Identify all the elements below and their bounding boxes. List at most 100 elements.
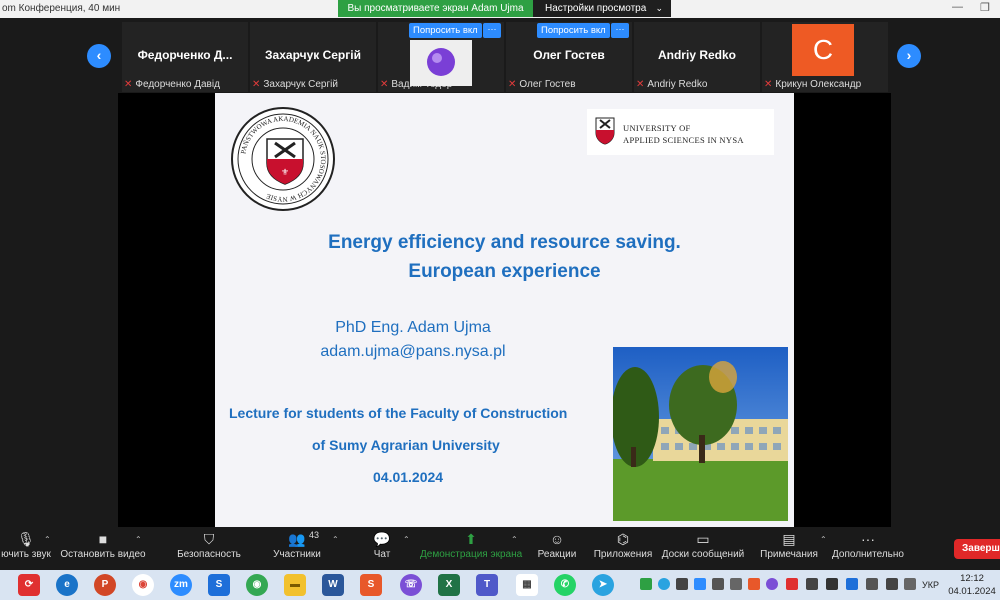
- participant-name: Захарчук Сергій: [265, 48, 361, 62]
- volume-icon[interactable]: [886, 578, 898, 590]
- notes-button[interactable]: ▤ Примечания: [758, 527, 820, 570]
- university-name-line2: APPLIED SCIENCES IN NYSA: [623, 135, 744, 145]
- tray-mic-icon[interactable]: [676, 578, 688, 590]
- whatsapp-icon[interactable]: ✆: [554, 574, 576, 596]
- tray-app-icon[interactable]: [748, 578, 760, 590]
- language-indicator[interactable]: УКР: [922, 580, 939, 590]
- excel-icon[interactable]: X: [438, 574, 460, 596]
- apps-button[interactable]: ⌬ Приложения: [592, 527, 654, 570]
- participant-tile[interactable]: Захарчук Сергій ✕ Захарчук Сергій: [250, 22, 376, 92]
- participant-tile[interactable]: Федорченко Д... ✕ Федорченко Давід: [122, 22, 248, 92]
- mic-muted-icon: ✕: [380, 79, 389, 90]
- zoom-icon[interactable]: zm: [170, 574, 192, 596]
- participants-count: 43: [309, 530, 320, 540]
- app-icon-grid[interactable]: ▦: [516, 574, 538, 596]
- tray-display-icon[interactable]: [826, 578, 838, 590]
- participant-label: Олег Гостев: [519, 79, 576, 90]
- chevron-down-icon: ⌄: [655, 3, 663, 13]
- ask-video-button[interactable]: Попросить вкл: [537, 23, 610, 38]
- building-photo: [613, 347, 788, 521]
- whiteboards-button[interactable]: ▭ Доски сообщений: [660, 527, 746, 570]
- tray-monitor-icon[interactable]: [712, 578, 724, 590]
- mic-muted-icon: ✕: [124, 79, 133, 90]
- apps-icon: ⌬: [616, 531, 630, 547]
- participant-tile[interactable]: Andriy Redko ✕ Andriy Redko: [634, 22, 760, 92]
- unmute-label: ючить звук: [1, 549, 51, 560]
- academy-seal-logo: PAŃSTWOWA AKADEMIA NAUK STOSOWANYCH W NY…: [231, 107, 335, 211]
- powerpoint-icon[interactable]: P: [94, 574, 116, 596]
- whiteboard-icon: ▭: [696, 531, 710, 547]
- next-page-button[interactable]: ›: [897, 44, 921, 68]
- edge-icon[interactable]: e: [56, 574, 78, 596]
- more-dots-icon: ···: [861, 531, 875, 547]
- unmute-button[interactable]: 🎙 ючить звук: [0, 527, 52, 570]
- chevron-up-icon[interactable]: ⌃: [820, 535, 827, 544]
- ask-video-button[interactable]: Попросить вкл: [409, 23, 482, 38]
- stop-video-button[interactable]: ■ Остановить видео: [60, 527, 146, 570]
- chevron-up-icon[interactable]: ⌃: [135, 535, 142, 544]
- app-icon-s[interactable]: S: [208, 574, 230, 596]
- teams-icon[interactable]: T: [476, 574, 498, 596]
- clock-time: 12:12: [960, 573, 984, 584]
- chevron-up-icon[interactable]: ⌃: [511, 535, 518, 544]
- participant-name: Andriy Redko: [657, 48, 736, 62]
- more-button[interactable]: ··· Дополнительно: [832, 527, 904, 570]
- tray-telegram-icon[interactable]: [658, 578, 670, 590]
- system-clock[interactable]: 12:12 04.01.2024: [944, 572, 1000, 598]
- security-button[interactable]: ⛉ Безопасность: [174, 527, 244, 570]
- file-explorer-icon[interactable]: ▬: [284, 574, 306, 596]
- meeting-toolbar: 🎙 ючить звук ⌃ ■ Остановить видео ⌃ ⛉ Бе…: [0, 527, 1000, 570]
- share-screen-label: Демонстрация экрана: [420, 549, 523, 560]
- chevron-up-icon[interactable]: ⌃: [44, 535, 51, 544]
- participant-label: Захарчук Сергій: [263, 79, 338, 90]
- more-options-icon[interactable]: ···: [611, 23, 629, 38]
- telegram-icon[interactable]: ➤: [592, 574, 614, 596]
- chat-bubble-icon: 💬: [373, 531, 391, 547]
- chrome-icon[interactable]: ◉: [132, 574, 154, 596]
- notes-label: Примечания: [760, 549, 818, 560]
- participant-name: Федорченко Д...: [137, 48, 233, 62]
- prev-page-button[interactable]: ‹: [87, 44, 111, 68]
- mic-muted-icon: ✕: [636, 79, 645, 90]
- video-camera-icon: ■: [98, 531, 108, 547]
- battery-icon[interactable]: [904, 578, 916, 590]
- avatar-image: [427, 48, 455, 76]
- view-options-button[interactable]: Настройки просмотра ⌄: [533, 0, 671, 17]
- university-shield-icon: [595, 117, 615, 145]
- tray-keyboard-icon[interactable]: [806, 578, 818, 590]
- tray-network-icon[interactable]: [866, 578, 878, 590]
- whiteboards-label: Доски сообщений: [661, 549, 745, 560]
- lecture-date: 04.01.2024: [373, 469, 444, 485]
- more-label: Дополнительно: [832, 549, 904, 560]
- participants-label: Участники: [273, 549, 321, 560]
- restore-icon[interactable]: ❐: [980, 1, 990, 14]
- mic-muted-icon: ✕: [252, 79, 261, 90]
- participant-label: Крикун Олександр: [775, 79, 862, 90]
- apps-label: Приложения: [593, 549, 653, 560]
- app-icon-s-orange[interactable]: S: [360, 574, 382, 596]
- app-icon-red[interactable]: ⟳: [18, 574, 40, 596]
- chat-label: Чат: [373, 549, 391, 560]
- presentation-slide: PAŃSTWOWA AKADEMIA NAUK STOSOWANYCH W NY…: [215, 93, 794, 527]
- share-screen-button[interactable]: ⬆ Демонстрация экрана: [420, 527, 522, 570]
- end-meeting-button[interactable]: Заверши: [954, 539, 1000, 559]
- chevron-up-icon[interactable]: ⌃: [403, 535, 410, 544]
- tray-viber-icon[interactable]: [766, 578, 778, 590]
- reactions-button[interactable]: ☺ Реакции: [536, 527, 578, 570]
- tray-check-icon[interactable]: [640, 578, 652, 590]
- tray-arrow-icon[interactable]: [786, 578, 798, 590]
- viber-icon[interactable]: ☏: [400, 574, 422, 596]
- svg-text:⚜: ⚜: [281, 167, 289, 177]
- chrome-profile-icon[interactable]: ◉: [246, 574, 268, 596]
- word-icon[interactable]: W: [322, 574, 344, 596]
- stop-video-label: Остановить видео: [60, 549, 146, 560]
- tray-usb-icon[interactable]: [730, 578, 742, 590]
- tray-zoom-icon[interactable]: [694, 578, 706, 590]
- mic-muted-icon: ✕: [508, 79, 517, 90]
- tray-bluetooth-icon[interactable]: [846, 578, 858, 590]
- chat-button[interactable]: 💬 Чат: [364, 527, 400, 570]
- minimize-icon[interactable]: —: [952, 1, 963, 13]
- more-options-icon[interactable]: ···: [483, 23, 501, 38]
- chevron-up-icon[interactable]: ⌃: [332, 535, 339, 544]
- participant-label: Федорченко Давід: [135, 79, 220, 90]
